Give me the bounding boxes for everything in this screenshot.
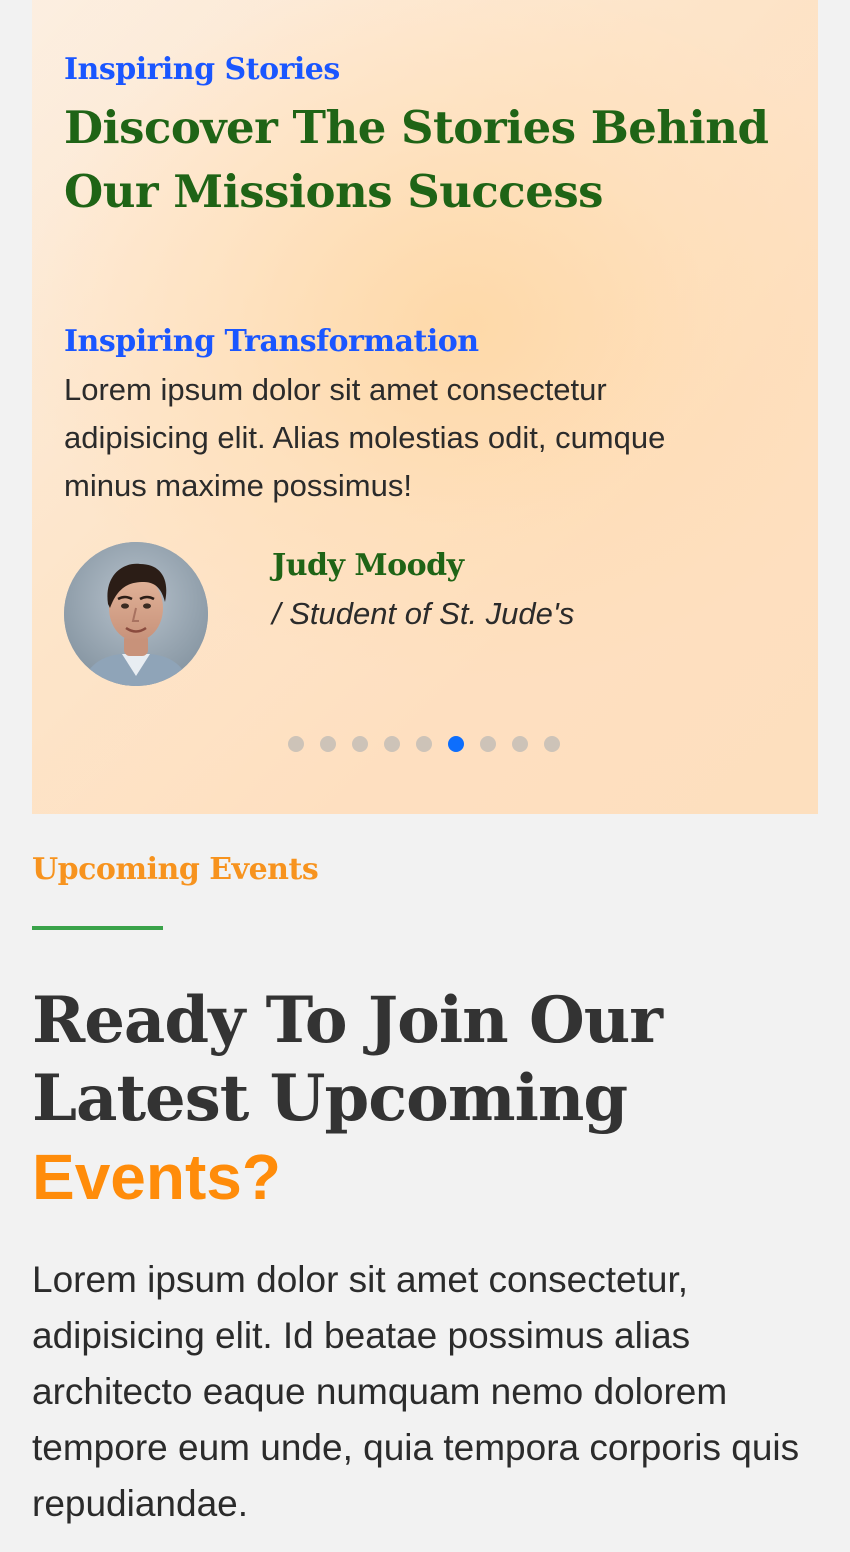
story-heading: Inspiring Transformation — [64, 324, 479, 359]
carousel-dot[interactable] — [288, 736, 304, 752]
author-name: Judy Moody — [272, 548, 464, 583]
testimonial-section: Inspiring Stories Discover The Stories B… — [32, 0, 818, 814]
author-role: / Student of St. Jude's — [272, 596, 575, 631]
carousel-dot[interactable] — [320, 736, 336, 752]
events-title-accent: Events? — [32, 1141, 281, 1213]
carousel-dot[interactable] — [544, 736, 560, 752]
carousel-dot[interactable] — [416, 736, 432, 752]
carousel-indicators — [288, 736, 560, 752]
carousel-dot[interactable] — [480, 736, 496, 752]
events-title-main: Ready To Join Our Latest Upcoming — [32, 983, 663, 1136]
carousel-dot[interactable] — [512, 736, 528, 752]
author-avatar — [64, 542, 208, 686]
events-description: Lorem ipsum dolor sit amet consectetur, … — [32, 1259, 800, 1524]
carousel-dot[interactable] — [352, 736, 368, 752]
testimonials-title: Discover The Stories Behind Our Missions… — [64, 101, 769, 218]
story-text: Lorem ipsum dolor sit amet consectetur a… — [64, 372, 666, 503]
events-title: Ready To Join Our Latest Upcoming Events… — [32, 982, 812, 1216]
events-divider — [32, 926, 163, 930]
author-photo — [64, 542, 208, 686]
testimonials-eyebrow: Inspiring Stories — [64, 52, 340, 87]
carousel-dot[interactable] — [448, 736, 464, 752]
events-eyebrow: Upcoming Events — [32, 852, 319, 887]
carousel-dot[interactable] — [384, 736, 400, 752]
